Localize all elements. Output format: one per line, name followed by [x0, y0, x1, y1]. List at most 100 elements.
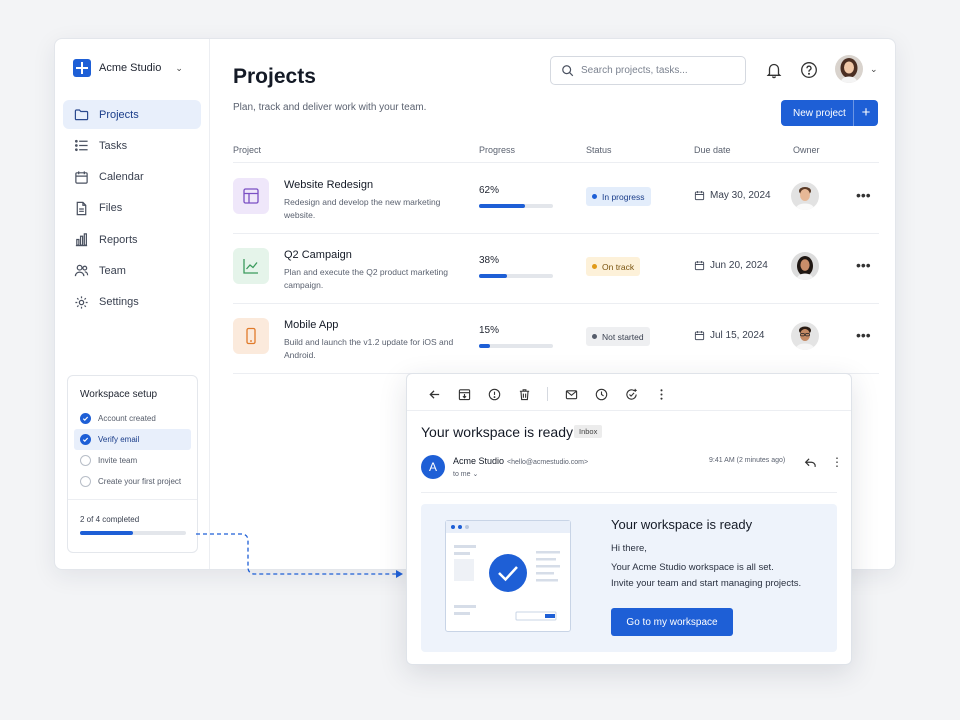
setup-item-label: Account created — [98, 414, 156, 423]
brand-logo — [73, 59, 91, 77]
calendar-icon — [694, 261, 705, 271]
sender-name-text: Acme Studio — [453, 456, 505, 466]
email-greeting: Hi there, — [611, 543, 647, 554]
sidebar-item-settings[interactable]: Settings — [63, 288, 201, 317]
table-row[interactable]: Mobile App Build and launch the v1.2 upd… — [233, 304, 879, 374]
column-header-project[interactable]: Project — [233, 145, 261, 155]
mail-icon — [565, 389, 577, 399]
help-icon[interactable] — [800, 61, 818, 79]
report-spam-button[interactable] — [479, 384, 509, 404]
sidebar-item-label: Reports — [99, 233, 138, 246]
email-body-line: Invite your team and start managing proj… — [611, 578, 802, 589]
sidebar-nav: Projects Tasks Calendar Files Reports Te… — [63, 100, 201, 319]
setup-item-label: Verify email — [98, 435, 140, 444]
email-preview: Your workspace is ready Inbox A Acme Stu… — [406, 373, 852, 665]
setup-progress-fill — [80, 531, 133, 535]
sidebar-item-team[interactable]: Team — [63, 256, 201, 285]
chevron-down-icon[interactable]: ⌄ — [870, 64, 878, 75]
alert-icon — [488, 388, 500, 400]
divider — [68, 499, 197, 500]
progress-value: 62% — [479, 185, 500, 196]
status-label: On track — [602, 261, 635, 272]
divider — [547, 387, 548, 401]
status-dot — [592, 334, 597, 339]
layout-icon — [243, 188, 259, 204]
setup-item-invite-team[interactable]: Invite team — [74, 450, 191, 471]
search-box[interactable] — [550, 56, 746, 85]
project-title[interactable]: Website Redesign — [284, 179, 373, 191]
workspace-switcher[interactable]: Acme Studio ⌄ — [73, 59, 183, 77]
folder-icon — [74, 109, 89, 121]
more-options-icon[interactable]: ••• — [856, 258, 871, 272]
delete-button[interactable] — [509, 384, 539, 404]
owner-avatar[interactable] — [791, 182, 819, 210]
project-icon-tile — [233, 318, 269, 354]
sidebar-item-reports[interactable]: Reports — [63, 225, 201, 254]
project-description: Build and launch the v1.2 update for iOS… — [284, 337, 454, 360]
status-label: Not started — [602, 331, 644, 342]
setup-item-label: Create your first project — [98, 477, 182, 486]
project-title[interactable]: Mobile App — [284, 319, 338, 331]
more-options-icon[interactable]: ••• — [856, 328, 871, 342]
setup-item-label: Invite team — [98, 456, 138, 465]
column-header-due-date[interactable]: Due date — [694, 145, 731, 155]
setup-progress-bar — [80, 531, 186, 535]
reply-icon[interactable] — [804, 456, 817, 469]
owner-avatar[interactable] — [791, 322, 819, 350]
table-row[interactable]: Q2 Campaign Plan and execute the Q2 prod… — [233, 234, 879, 304]
workspace-illustration — [445, 520, 571, 632]
new-project-button[interactable]: New project + — [781, 100, 878, 126]
setup-item-account-created[interactable]: Account created — [74, 408, 191, 429]
clock-icon — [595, 388, 607, 400]
arrow-left-icon — [428, 389, 439, 399]
status-dot — [592, 194, 597, 199]
mark-unread-button[interactable] — [556, 384, 586, 404]
workspace-name: Acme Studio — [99, 62, 162, 74]
calendar-icon — [694, 331, 705, 341]
plus-icon[interactable]: + — [854, 100, 878, 126]
sidebar-item-files[interactable]: Files — [63, 194, 201, 223]
progress-bar — [479, 274, 553, 278]
search-input[interactable] — [581, 65, 741, 76]
add-task-button[interactable] — [616, 384, 646, 404]
sender-name: Acme Studio <hello@acmestudio.com> — [453, 456, 588, 466]
sidebar-item-label: Team — [99, 264, 126, 277]
user-avatar[interactable] — [835, 55, 863, 83]
back-button[interactable] — [419, 384, 449, 404]
more-options-icon[interactable]: ••• — [856, 188, 871, 202]
trend-icon — [243, 259, 258, 274]
divider — [407, 410, 851, 411]
inbox-label[interactable]: Inbox — [574, 425, 603, 438]
sidebar-item-tasks[interactable]: Tasks — [63, 131, 201, 160]
due-date: Jul 15, 2024 — [694, 330, 765, 341]
sidebar-item-label: Settings — [99, 296, 139, 309]
setup-checklist: Account created Verify email Invite team… — [74, 408, 191, 492]
column-header-progress[interactable]: Progress — [479, 145, 515, 155]
project-description: Plan and execute the Q2 product marketin… — [284, 267, 448, 290]
progress-value: 15% — [479, 325, 500, 336]
project-title[interactable]: Q2 Campaign — [284, 249, 352, 261]
progress-fill — [479, 344, 491, 348]
column-header-status[interactable]: Status — [586, 145, 612, 155]
table-row[interactable]: Website Redesign Redesign and develop th… — [233, 164, 879, 234]
sidebar-item-projects[interactable]: Projects — [63, 100, 201, 129]
progress-bar — [479, 344, 553, 348]
snooze-button[interactable] — [586, 384, 616, 404]
more-vertical-icon[interactable]: ⋮ — [831, 456, 843, 468]
search-icon — [562, 65, 574, 77]
recipient-toggle[interactable]: to me ⌄ — [453, 470, 478, 478]
due-date: Jun 20, 2024 — [694, 260, 768, 271]
archive-button[interactable] — [449, 384, 479, 404]
gear-icon — [75, 296, 88, 309]
email-body: Your workspace is ready Hi there, Your A… — [421, 504, 837, 652]
owner-avatar[interactable] — [791, 252, 819, 280]
bell-icon[interactable] — [765, 61, 783, 79]
sender-avatar: A — [421, 455, 445, 479]
more-actions-button[interactable] — [646, 384, 676, 404]
sidebar-item-calendar[interactable]: Calendar — [63, 163, 201, 192]
setup-item-verify-email[interactable]: Verify email — [74, 429, 191, 450]
go-to-workspace-button[interactable]: Go to my workspace — [611, 608, 733, 636]
project-icon-tile — [233, 248, 269, 284]
column-header-owner[interactable]: Owner — [793, 145, 820, 155]
setup-item-create-project[interactable]: Create your first project — [74, 471, 191, 492]
